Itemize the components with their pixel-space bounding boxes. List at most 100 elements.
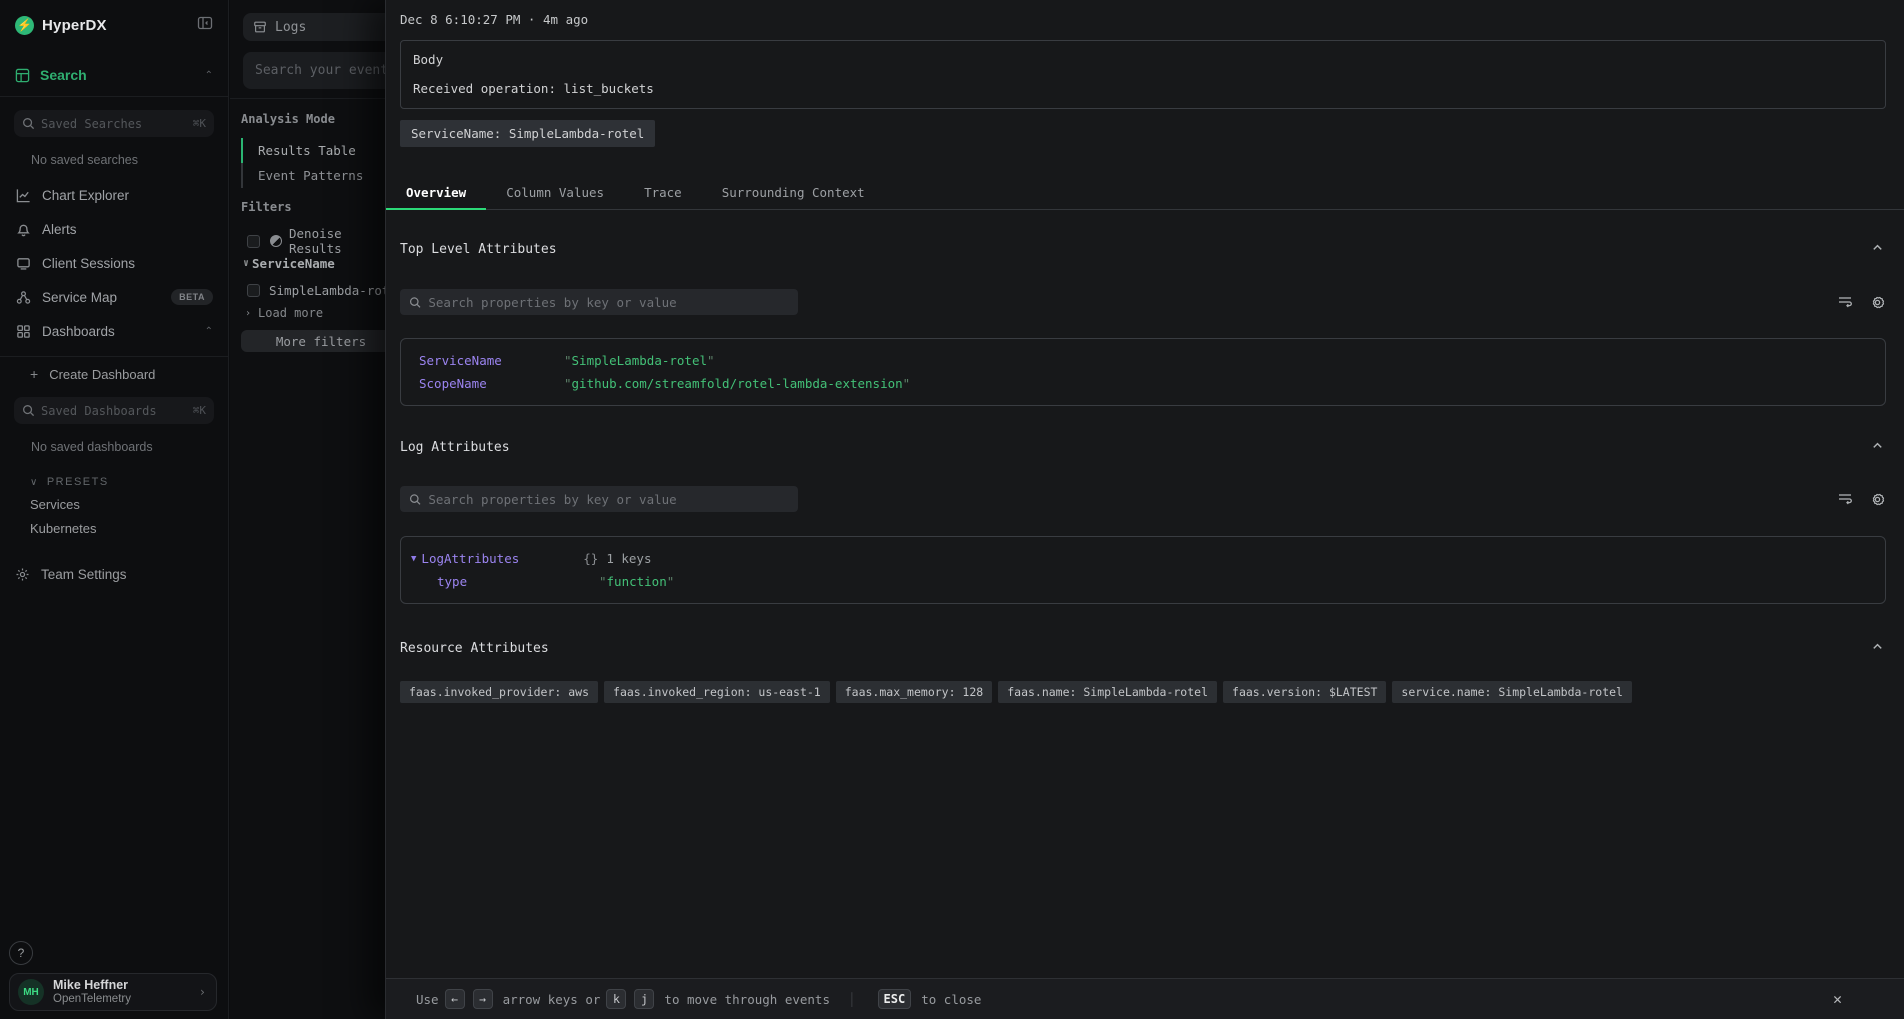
top-level-search[interactable] [400, 289, 798, 315]
preset-label: Kubernetes [30, 521, 97, 536]
sidebar: ⚡ HyperDX Search ⌃ ⌘K No saved searches … [0, 0, 229, 1019]
collapse-sidebar-icon[interactable] [197, 15, 213, 36]
tab-overview[interactable]: Overview [386, 177, 486, 210]
more-filters-button[interactable]: More filters [241, 330, 385, 352]
divider [230, 98, 385, 99]
service-name-tag[interactable]: ServiceName: SimpleLambda-rotel [400, 120, 655, 147]
no-saved-searches-text: No saved searches [0, 153, 228, 167]
log-attributes-tree: ▼ LogAttributes {} 1 keys type function [400, 536, 1886, 604]
sidebar-item-client-sessions[interactable]: Client Sessions [0, 246, 228, 280]
tab-label: Trace [644, 185, 682, 200]
saved-dashboards-input[interactable] [41, 404, 193, 418]
mode-event-patterns[interactable]: Event Patterns [241, 163, 363, 188]
load-more-button[interactable]: › Load more [245, 306, 323, 320]
no-saved-dashboards-text: No saved dashboards [0, 440, 228, 454]
top-level-attributes-table: ServiceName SimpleLambda-rotel ScopeName… [400, 338, 1886, 406]
drawer-tabs: Overview Column Values Trace Surrounding… [386, 177, 1904, 210]
resource-tag[interactable]: faas.name: SimpleLambda-rotel [998, 681, 1217, 703]
resource-tag[interactable]: faas.version: $LATEST [1223, 681, 1386, 703]
denoise-label: Denoise Results [289, 226, 385, 256]
beta-badge: BETA [171, 289, 213, 305]
tree-row[interactable]: type function [401, 570, 1885, 593]
resource-tag[interactable]: faas.max_memory: 128 [836, 681, 992, 703]
chevron-up-icon[interactable]: ⌃ [205, 70, 213, 81]
attr-key[interactable]: ServiceName [419, 353, 564, 368]
sidebar-item-service-map[interactable]: Service Map BETA [0, 280, 228, 314]
app-title: HyperDX [42, 17, 107, 34]
close-icon[interactable]: ✕ [1833, 990, 1842, 1008]
resource-tag[interactable]: service.name: SimpleLambda-rotel [1392, 681, 1632, 703]
section-title: Top Level Attributes [400, 242, 557, 257]
wrap-lines-icon[interactable] [1837, 491, 1853, 507]
top-level-search-input[interactable] [428, 295, 789, 310]
denoise-results-checkbox-row[interactable]: Denoise Results [247, 226, 385, 256]
sidebar-item-label: Dashboards [42, 324, 115, 339]
triangle-down-icon[interactable]: ▼ [411, 554, 416, 564]
create-dashboard-button[interactable]: + Create Dashboard [0, 357, 228, 391]
mode-results-table[interactable]: Results Table [241, 138, 363, 163]
filter-group-servicename[interactable]: ∨ ServiceName [243, 256, 335, 271]
shortcut-badge: ⌘K [193, 404, 206, 417]
attr-value[interactable]: github.com/streamfold/rotel-lambda-exten… [564, 376, 910, 391]
saved-dashboards-searchbox[interactable]: ⌘K [14, 397, 214, 424]
resource-tags-row: faas.invoked_provider: aws faas.invoked_… [400, 681, 1886, 703]
wrap-lines-icon[interactable] [1837, 294, 1853, 310]
help-button[interactable]: ? [9, 941, 33, 965]
sidebar-item-dashboards[interactable]: Dashboards ⌃ [0, 314, 228, 348]
tab-trace[interactable]: Trace [624, 177, 702, 210]
resource-tag[interactable]: faas.invoked_region: us-east-1 [604, 681, 830, 703]
braces-icon: {} [583, 551, 598, 566]
user-profile-card[interactable]: MH Mike Heffner OpenTelemetry › [9, 973, 217, 1011]
checkbox[interactable] [247, 284, 260, 297]
log-attributes-search[interactable] [400, 486, 798, 512]
tree-root-row[interactable]: ▼ LogAttributes {} 1 keys [401, 547, 1885, 570]
avatar: MH [18, 979, 44, 1005]
saved-searches-searchbox[interactable]: ⌘K [14, 110, 214, 137]
tab-label: Overview [406, 185, 466, 200]
table-row[interactable]: ScopeName github.com/streamfold/rotel-la… [401, 372, 1885, 395]
tab-surrounding-context[interactable]: Surrounding Context [702, 177, 885, 210]
gear-icon[interactable] [1869, 294, 1886, 311]
sidebar-item-alerts[interactable]: Alerts [0, 212, 228, 246]
collapse-section-icon[interactable] [1869, 437, 1886, 457]
filters-label: Filters [241, 200, 292, 214]
log-attributes-search-input[interactable] [428, 492, 789, 507]
presets-toggle[interactable]: ∨ PRESETS [0, 472, 228, 492]
tree-root-key[interactable]: LogAttributes [421, 551, 519, 566]
key-k-badge: k [606, 989, 626, 1009]
preset-item-kubernetes[interactable]: Kubernetes [0, 516, 228, 540]
sidebar-item-search[interactable]: Search ⌃ [0, 62, 228, 88]
saved-searches-input[interactable] [41, 117, 193, 131]
checkbox[interactable] [247, 235, 260, 248]
analysis-mode-label: Analysis Mode [241, 112, 335, 126]
network-icon [15, 290, 32, 305]
filter-value-row[interactable]: SimpleLambda-rotel [247, 283, 385, 298]
filter-group-label: ServiceName [252, 256, 335, 271]
attr-value[interactable]: SimpleLambda-rotel [564, 353, 715, 368]
create-dashboard-label: Create Dashboard [49, 367, 155, 382]
chevron-right-icon: › [199, 985, 206, 999]
resource-tag[interactable]: faas.invoked_provider: aws [400, 681, 598, 703]
sidebar-item-team-settings[interactable]: Team Settings [0, 562, 228, 586]
table-row[interactable]: ServiceName SimpleLambda-rotel [401, 349, 1885, 372]
body-label: Body [413, 52, 1873, 67]
event-searchbox[interactable] [243, 52, 385, 89]
source-select[interactable]: Logs [243, 13, 385, 41]
sidebar-item-chart-explorer[interactable]: Chart Explorer [0, 178, 228, 212]
gear-icon[interactable] [1869, 491, 1886, 508]
denoise-icon [270, 235, 282, 247]
collapse-section-icon[interactable] [1869, 239, 1886, 259]
tab-column-values[interactable]: Column Values [486, 177, 624, 210]
drawer-scroll-area[interactable]: Dec 8 6:10:27 PM · 4m ago Body Received … [386, 0, 1904, 978]
logs-panel: Logs Analysis Mode Results Table Event P… [230, 0, 385, 1019]
drawer-footer: Use ← → arrow keys or k j to move throug… [386, 978, 1904, 1019]
attr-key[interactable]: ScopeName [419, 376, 564, 391]
attr-key[interactable]: type [437, 574, 599, 589]
footer-move-text: to move through events [664, 992, 830, 1007]
event-search-input[interactable] [255, 63, 385, 78]
attr-value[interactable]: function [599, 574, 674, 589]
collapse-section-icon[interactable] [1869, 638, 1886, 658]
preset-item-services[interactable]: Services [0, 492, 228, 516]
chevron-up-icon[interactable]: ⌃ [205, 326, 213, 337]
tab-label: Surrounding Context [722, 185, 865, 200]
